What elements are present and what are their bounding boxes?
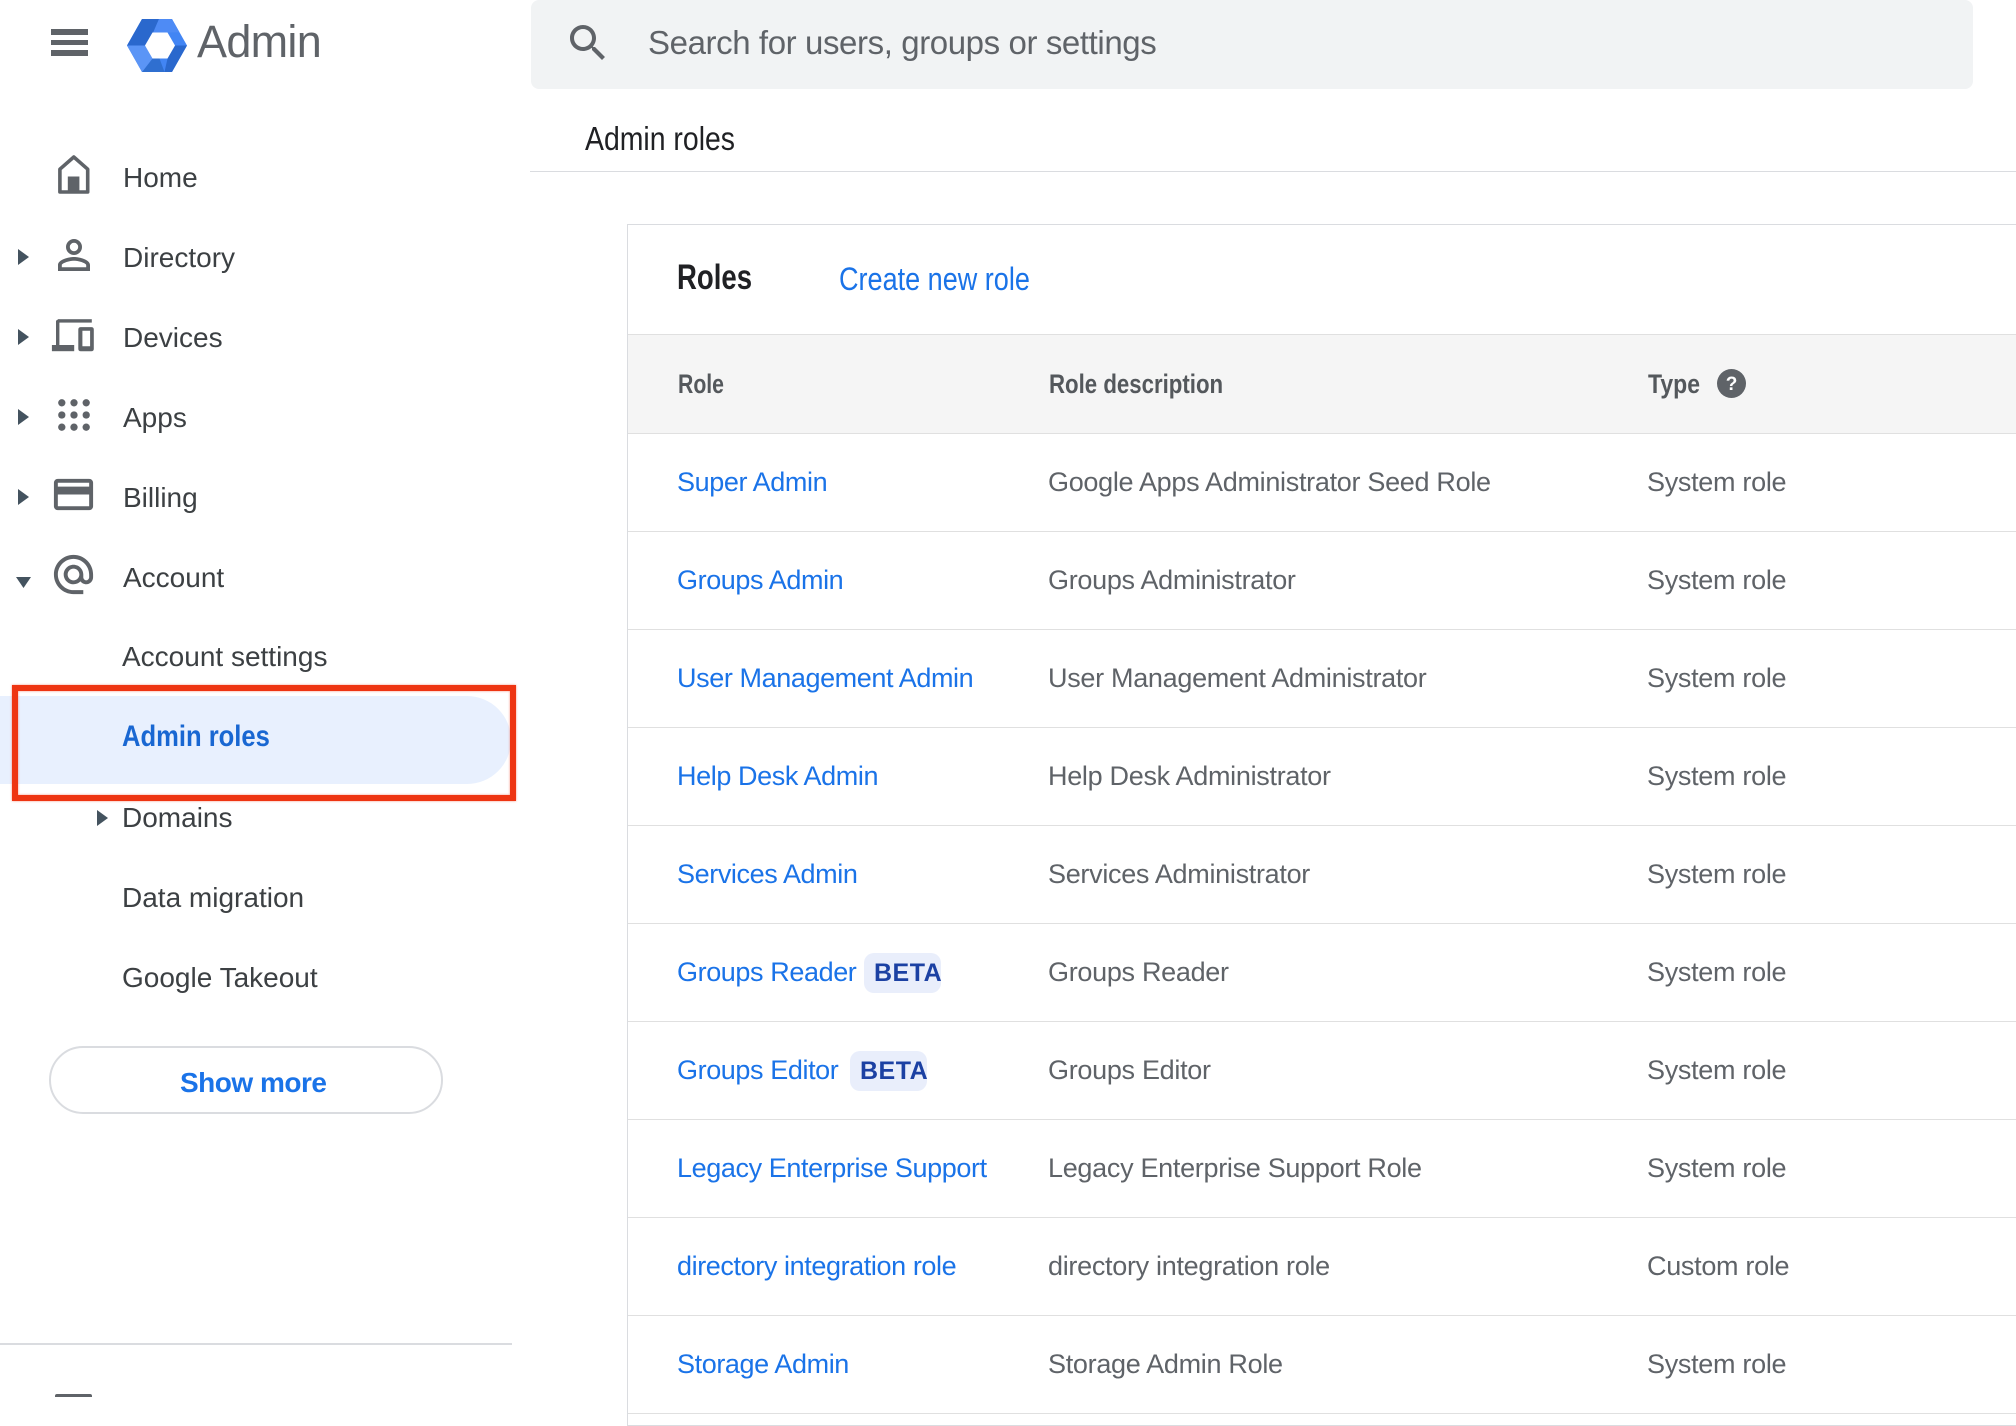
svg-text:?: ?: [1726, 374, 1738, 395]
